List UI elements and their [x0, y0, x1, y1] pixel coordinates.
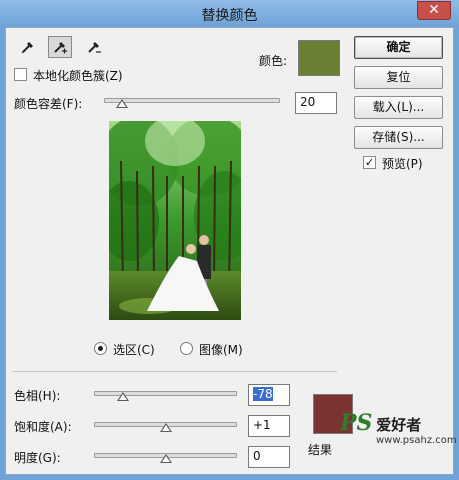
preview-label: 预览(P) — [382, 157, 423, 171]
selection-radio[interactable] — [94, 342, 107, 355]
watermark-url: www.psahz.com — [376, 435, 457, 446]
close-button[interactable]: ✕ — [417, 1, 451, 20]
dialog-title: 替换颜色 — [201, 8, 258, 24]
subtract-from-sample-tool[interactable] — [82, 36, 106, 58]
save-button[interactable]: 存储(S)... — [354, 126, 443, 149]
site-watermark: PS 爱好者 www.psahz.com — [340, 410, 457, 446]
hue-input[interactable]: -78 — [248, 384, 290, 406]
fuzziness-slider-track[interactable] — [104, 98, 280, 103]
reset-button[interactable]: 复位 — [354, 66, 443, 89]
result-label: 结果 — [308, 443, 333, 457]
localized-clusters-checkbox[interactable] — [14, 68, 27, 81]
lightness-slider-thumb[interactable] — [159, 454, 172, 463]
hue-value: -78 — [253, 387, 273, 401]
forest-wedding-photo — [109, 121, 241, 320]
hue-slider-thumb[interactable] — [116, 392, 129, 401]
image-radio[interactable] — [180, 342, 193, 355]
fuzziness-input[interactable]: 20 — [295, 92, 337, 114]
sample-color-swatch[interactable] — [298, 40, 340, 76]
section-divider — [12, 371, 337, 372]
saturation-label: 饱和度(A): — [14, 420, 72, 434]
add-to-sample-tool[interactable] — [48, 36, 72, 58]
eyedropper-add-icon — [54, 42, 67, 54]
saturation-input[interactable]: +1 — [248, 415, 290, 437]
localized-clusters-label: 本地化颜色簇(Z) — [33, 69, 123, 83]
watermark-ps: PS — [340, 410, 373, 436]
lightness-input[interactable]: 0 — [248, 446, 290, 468]
fuzziness-slider-thumb[interactable] — [115, 99, 128, 108]
preview-image — [109, 121, 241, 320]
saturation-slider-thumb[interactable] — [159, 423, 172, 432]
hue-label: 色相(H): — [14, 389, 61, 403]
selection-radio-label: 选区(C) — [113, 343, 155, 357]
hue-slider-track[interactable] — [94, 391, 237, 396]
title-bar[interactable]: 替换颜色 ✕ — [0, 0, 459, 27]
preview-checkbox[interactable]: ✓ — [363, 156, 376, 169]
dialog-body: 颜色: 本地化颜色簇(Z) 颜色容差(F): 20 确定 复位 载入(L)...… — [5, 27, 454, 475]
fuzziness-label: 颜色容差(F): — [14, 97, 83, 111]
eyedropper-icon — [21, 42, 33, 54]
color-label: 颜色: — [259, 54, 288, 68]
eyedropper-tool[interactable] — [16, 36, 40, 58]
watermark-brand: 爱好者 — [376, 416, 422, 434]
replace-color-dialog: 替换颜色 ✕ 颜色: 本地化颜色簇(Z) 颜色容差(F): 20 确定 复位 载… — [0, 0, 459, 480]
load-button[interactable]: 载入(L)... — [354, 96, 443, 119]
lightness-label: 明度(G): — [14, 451, 61, 465]
ok-button[interactable]: 确定 — [354, 36, 443, 59]
image-radio-label: 图像(M) — [199, 343, 243, 357]
eyedropper-subtract-icon — [88, 42, 101, 53]
